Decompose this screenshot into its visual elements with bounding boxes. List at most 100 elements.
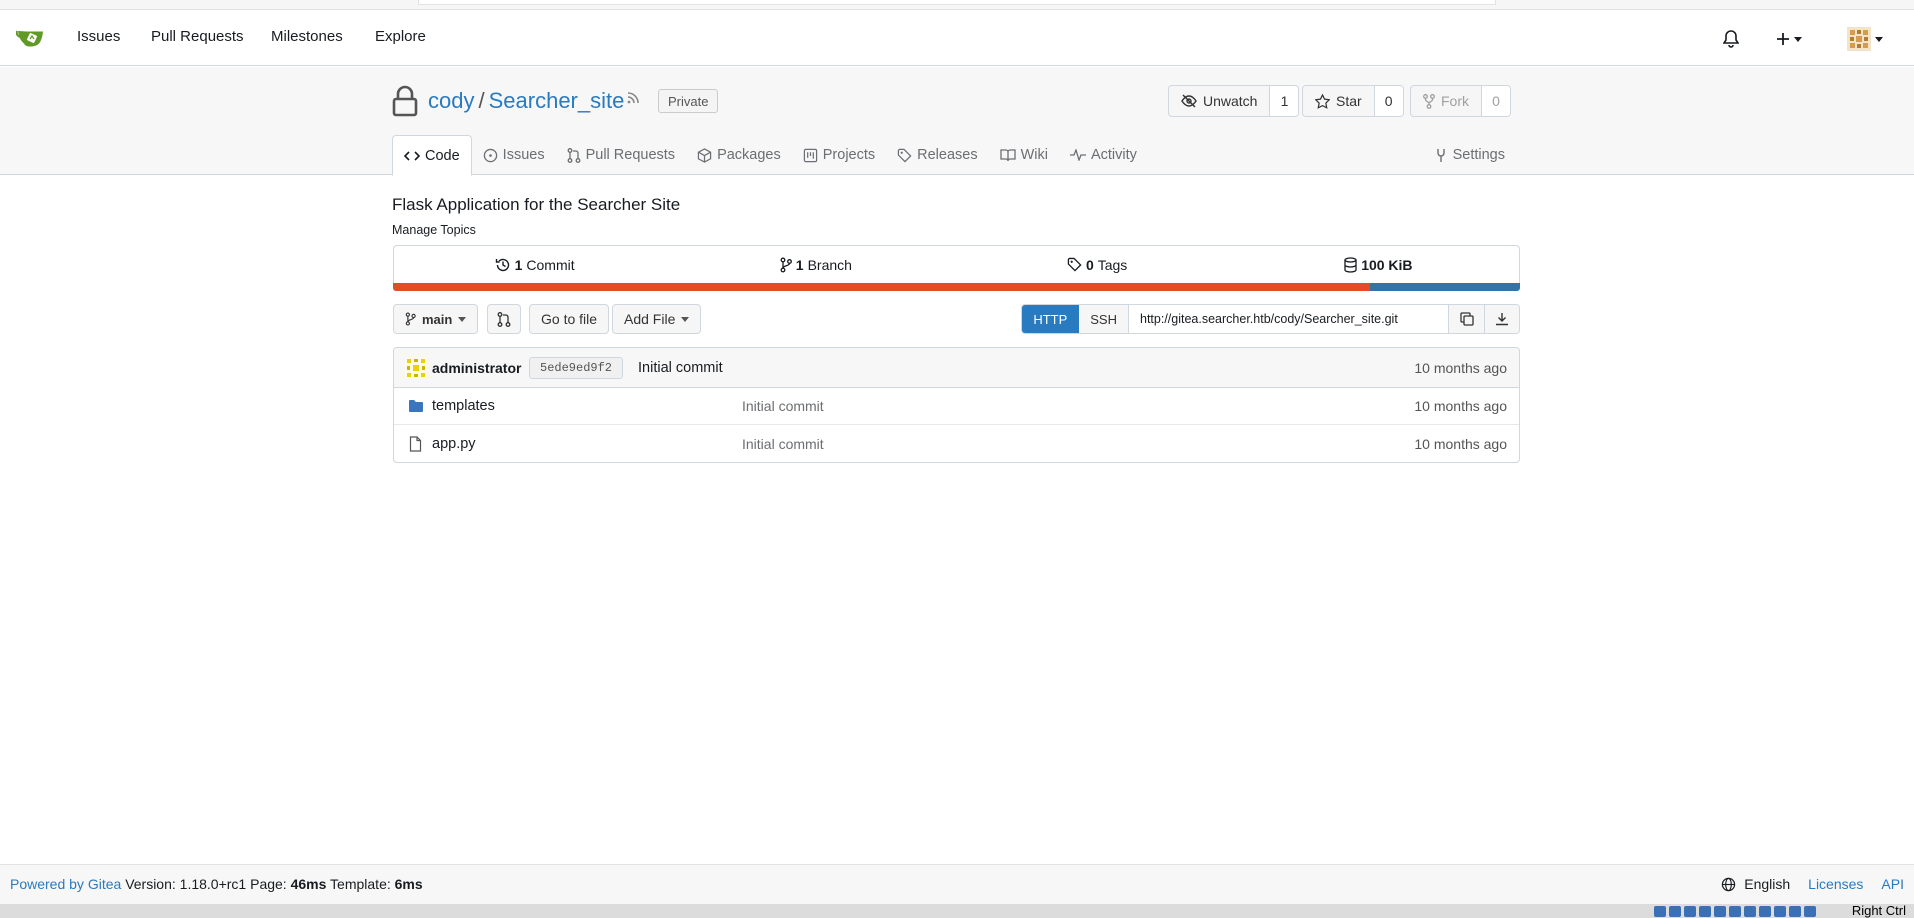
globe-icon: [1721, 877, 1736, 892]
clone-url-input[interactable]: [1129, 305, 1449, 333]
download-button[interactable]: [1484, 305, 1519, 333]
avatar: [1847, 27, 1871, 51]
host-taskbar: Right Ctrl: [0, 903, 1914, 918]
gitea-logo-icon[interactable]: [16, 26, 46, 50]
plus-icon: [1776, 32, 1790, 46]
git-branch-icon: [405, 312, 416, 326]
nav-milestones[interactable]: Milestones: [271, 28, 343, 45]
forks-count[interactable]: 0: [1482, 86, 1510, 116]
commit-message-link[interactable]: Initial commit: [638, 360, 723, 376]
add-file-button[interactable]: Add File: [612, 304, 702, 334]
tab-projects[interactable]: Projects: [792, 135, 886, 175]
tray-icon[interactable]: [1654, 906, 1666, 917]
nav-issues[interactable]: Issues: [77, 28, 120, 45]
tab-code[interactable]: Code: [392, 135, 472, 176]
tray-icon[interactable]: [1714, 906, 1726, 917]
tag-icon: [897, 148, 912, 163]
star-button[interactable]: Star: [1303, 86, 1375, 116]
tray-icon[interactable]: [1804, 906, 1816, 917]
language-bar[interactable]: [393, 283, 1520, 291]
user-menu-button[interactable]: [1847, 27, 1883, 51]
nav-pull-requests[interactable]: Pull Requests: [151, 28, 244, 45]
private-badge: Private: [658, 89, 719, 113]
tab-pull-requests-label: Pull Requests: [585, 147, 676, 163]
star-button-group: Star 0: [1302, 85, 1404, 117]
clone-panel: HTTP SSH: [1021, 304, 1520, 334]
file-name-link[interactable]: templates: [432, 398, 495, 414]
tab-issues[interactable]: Issues: [472, 135, 556, 175]
ssh-clone-button[interactable]: SSH: [1079, 305, 1129, 333]
tray-icon[interactable]: [1684, 906, 1696, 917]
file-age: 10 months ago: [1414, 398, 1507, 414]
caret-down-icon: [458, 316, 467, 322]
copy-url-button[interactable]: [1449, 305, 1484, 333]
lock-icon: [392, 85, 418, 117]
book-icon: [999, 148, 1016, 162]
powered-by-gitea-link[interactable]: Powered by Gitea: [10, 876, 121, 892]
branches-stat[interactable]: 1 Branch: [675, 246, 956, 283]
tab-activity[interactable]: Activity: [1059, 135, 1148, 175]
tray-icon[interactable]: [1699, 906, 1711, 917]
tab-packages[interactable]: Packages: [686, 135, 792, 175]
tab-settings[interactable]: Settings: [1423, 135, 1516, 175]
tray-icon[interactable]: [1729, 906, 1741, 917]
language-selector[interactable]: English: [1744, 876, 1790, 892]
size-stat: 100 KiB: [1238, 246, 1519, 283]
file-name-link[interactable]: app.py: [432, 436, 476, 452]
tab-wiki[interactable]: Wiki: [989, 135, 1059, 175]
repo-size: 100 KiB: [1361, 256, 1413, 273]
language-bar-segment[interactable]: [1370, 283, 1520, 291]
watchers-count[interactable]: 1: [1270, 86, 1299, 116]
tag-icon: [1067, 257, 1082, 272]
http-clone-button[interactable]: HTTP: [1022, 305, 1080, 333]
stars-count[interactable]: 0: [1374, 86, 1403, 116]
tray-icon[interactable]: [1774, 906, 1786, 917]
file-age: 10 months ago: [1414, 435, 1507, 452]
tags-label: Tags: [1097, 256, 1128, 273]
language-bar-segment[interactable]: [393, 283, 1371, 291]
tab-pull-requests[interactable]: Pull Requests: [556, 135, 686, 175]
bell-icon: [1723, 30, 1739, 48]
tray-icon[interactable]: [1789, 906, 1801, 917]
fork-label: Fork: [1441, 93, 1469, 109]
file-commit-message[interactable]: Initial commit: [742, 398, 824, 414]
package-icon: [697, 147, 712, 163]
unwatch-button[interactable]: Unwatch: [1169, 86, 1271, 116]
repo-name-link[interactable]: Searcher_site: [489, 88, 625, 114]
file-commit-message[interactable]: Initial commit: [742, 436, 824, 452]
notifications-button[interactable]: [1723, 27, 1739, 51]
tab-releases[interactable]: Releases: [886, 135, 988, 175]
footer-info: Powered by Gitea Version: 1.18.0+rc1 Pag…: [10, 876, 423, 892]
nav-explore[interactable]: Explore: [375, 28, 426, 45]
footer-links: English Licenses API: [1721, 876, 1904, 892]
fork-button[interactable]: Fork: [1411, 86, 1482, 116]
api-link[interactable]: API: [1881, 876, 1904, 892]
fork-button-group: Fork 0: [1410, 85, 1511, 117]
table-row: app.py Initial commit 10 months ago: [394, 425, 1519, 462]
licenses-link[interactable]: Licenses: [1808, 876, 1863, 892]
tray-icon[interactable]: [1744, 906, 1756, 917]
commit-sha-link[interactable]: 5ede9ed9f2: [529, 356, 624, 379]
copy-icon: [1459, 312, 1474, 326]
commit-age: 10 months ago: [1414, 359, 1507, 376]
compare-button[interactable]: [487, 304, 521, 334]
page-footer: Powered by Gitea Version: 1.18.0+rc1 Pag…: [0, 864, 1914, 904]
create-new-button[interactable]: [1776, 27, 1802, 51]
unwatch-label: Unwatch: [1203, 93, 1258, 109]
go-to-file-button[interactable]: Go to file: [529, 304, 610, 334]
commits-stat[interactable]: 1 Commit: [394, 246, 675, 283]
author-avatar[interactable]: [405, 356, 427, 379]
eye-slash-icon: [1181, 94, 1197, 108]
commit-author-link[interactable]: administrator: [432, 360, 521, 376]
tags-stat[interactable]: 0 Tags: [957, 246, 1238, 283]
tray-icon[interactable]: [1669, 906, 1681, 917]
tray-icon[interactable]: [1759, 906, 1771, 917]
rss-feed-icon[interactable]: [626, 91, 640, 105]
manage-topics-link[interactable]: Manage Topics: [392, 223, 476, 237]
tab-code-label: Code: [425, 147, 460, 164]
branch-selector[interactable]: main: [393, 304, 479, 334]
template-time: 6ms: [394, 876, 423, 892]
star-label: Star: [1336, 93, 1362, 109]
repo-owner-link[interactable]: cody: [428, 88, 474, 114]
tab-packages-label: Packages: [717, 147, 781, 163]
